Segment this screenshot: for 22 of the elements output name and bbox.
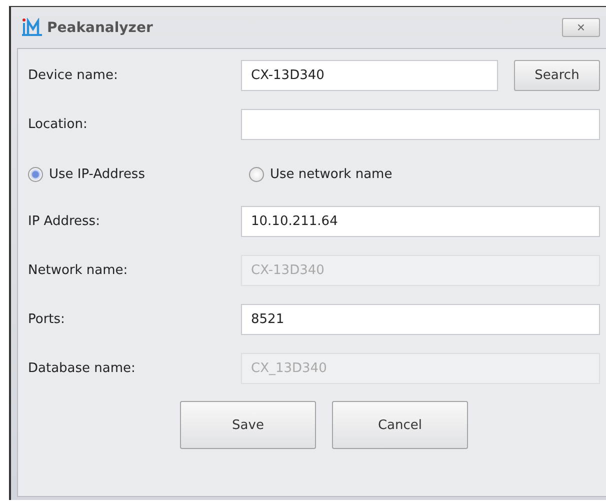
text-field[interactable]: CX-13D340 [241,60,498,91]
app-logo-icon [21,18,43,38]
field-label: Ports: [28,311,66,329]
close-button[interactable]: × [562,18,600,37]
search-button[interactable]: Search [514,60,600,91]
field-label: Database name: [28,360,136,378]
radio-icon[interactable] [28,166,43,182]
text-field[interactable]: 10.10.211.64 [241,206,600,237]
radio-label: Use network name [270,166,392,182]
radio-option[interactable]: Use network name [249,166,470,182]
radio-icon[interactable] [249,166,264,182]
window-title: Peakanalyzer [47,20,154,36]
save-button[interactable]: Save [180,401,316,449]
field-label: Device name: [28,67,119,85]
field-label: Network name: [28,262,129,280]
radio-label: Use IP-Address [49,166,145,182]
field-label: Location: [28,116,88,134]
text-field[interactable] [241,109,600,140]
radio-option[interactable]: Use IP-Address [28,166,249,182]
field-label: IP Address: [28,213,101,231]
text-field[interactable]: 8521 [241,304,600,335]
cancel-button[interactable]: Cancel [332,401,468,449]
